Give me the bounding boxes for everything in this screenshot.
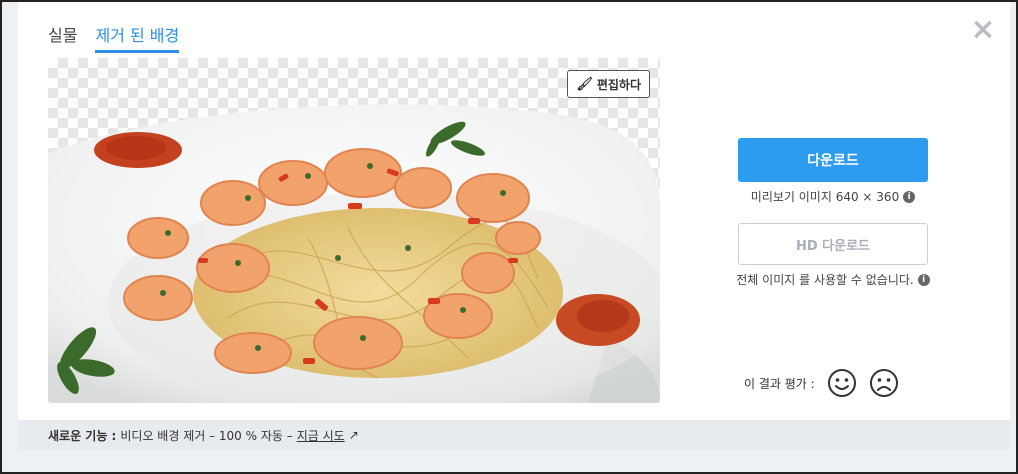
result-panel: 실물 제거 된 배경 × 🖌 편집하다 다운로드 미리보기 이미지 640 × … [18,2,1010,420]
shrimp-pasta-image [48,104,660,403]
close-icon[interactable]: × [970,15,996,45]
feature-text: 비디오 배경 제거 – 100 % 자동 – [120,428,293,443]
rating-label: 이 결과 평가 : [744,376,815,391]
rating-section: 이 결과 평가 : [744,368,899,398]
hd-unavailable-text: 전체 이미지 를 사용할 수 없습니다. [736,273,914,287]
tab-original[interactable]: 실물 [48,22,77,53]
result-image-preview: 🖌 편집하다 [48,58,660,403]
edit-button[interactable]: 🖌 편집하다 [567,70,650,98]
download-section: 다운로드 미리보기 이미지 640 × 360 i HD 다운로드 전체 이미지… [736,138,930,288]
external-link-icon[interactable]: ↗ [349,428,359,442]
info-icon[interactable]: i [917,273,930,286]
happy-face-icon[interactable] [827,368,857,398]
preview-size-note: 미리보기 이미지 640 × 360 i [738,188,928,205]
download-button[interactable]: 다운로드 [738,138,928,182]
hd-download-button[interactable]: HD 다운로드 [738,223,928,265]
new-feature-label: 새로운 기능 : [48,428,117,443]
brush-icon: 🖌 [576,76,593,92]
tab-removed-background[interactable]: 제거 된 배경 [95,22,180,53]
try-now-link[interactable]: 지금 시도 [297,427,345,444]
preview-size-text: 미리보기 이미지 640 × 360 [750,190,900,204]
edit-button-label: 편집하다 [596,77,641,92]
view-tabs: 실물 제거 된 배경 [48,22,180,53]
hd-unavailable-note: 전체 이미지 를 사용할 수 없습니다. i [718,271,948,288]
sad-face-icon[interactable] [869,368,899,398]
footer-bar: 새로운 기능 : 비디오 배경 제거 – 100 % 자동 – 지금 시도 ↗ [18,420,1010,450]
info-icon[interactable]: i [903,190,916,203]
